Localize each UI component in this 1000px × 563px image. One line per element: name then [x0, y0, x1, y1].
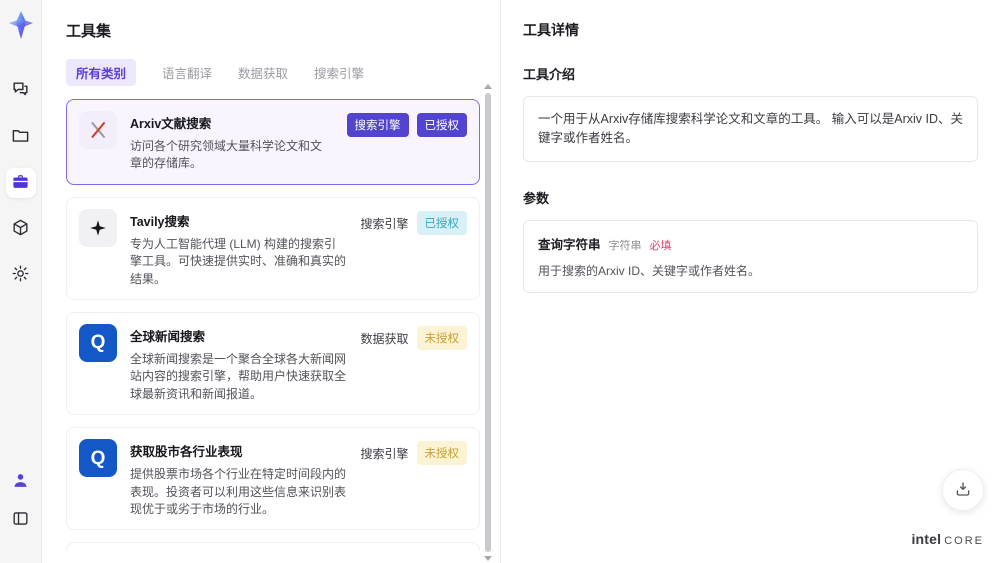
arxiv-logo-icon	[79, 111, 117, 149]
tool-text: Arxiv文献搜索访问各个研究领域大量科学论文和文章的存储库。	[130, 111, 334, 173]
app-logo-icon	[7, 10, 35, 40]
page-title: 工具集	[66, 23, 112, 40]
sidebar-rail	[0, 0, 42, 563]
tool-intro-text: 一个用于从Arxiv存储库搜索科学论文和文章的工具。 输入可以是Arxiv ID…	[538, 112, 964, 145]
tool-badges: 数据获取 未授权	[360, 324, 467, 403]
category-badge: 搜索引擎	[360, 447, 409, 462]
tool-badges: 搜索引擎 未授权	[360, 439, 467, 518]
tool-name: Tavily搜索	[130, 214, 190, 229]
auth-status-badge: 未授权	[416, 325, 467, 350]
chat-icon	[11, 80, 30, 102]
user-avatar-icon	[11, 471, 30, 493]
sidebar-item-models[interactable]	[6, 214, 36, 244]
tool-text: 全球新闻搜索全球新闻搜索是一个聚合全球各大新闻网站内容的搜索引擎，帮助用户快速获…	[130, 324, 347, 403]
sidebar-item-chat[interactable]	[6, 76, 36, 106]
sidebar-item-toolbox[interactable]	[5, 168, 36, 198]
sidebar-item-files[interactable]	[6, 122, 36, 152]
tab-3[interactable]: 数据获取	[238, 59, 288, 86]
param-item: 查询字符串 字符串 必填用于搜索的Arxiv ID、关键字或作者姓名。	[538, 234, 963, 279]
params-heading: 参数	[523, 190, 550, 206]
param-description: 用于搜索的Arxiv ID、关键字或作者姓名。	[538, 263, 761, 278]
tool-description: 专为人工智能代理 (LLM) 构建的搜索引擎工具。可快速提供实时、准确和真实的结…	[130, 236, 347, 286]
tool-text: Tavily搜索专为人工智能代理 (LLM) 构建的搜索引擎工具。可快速提供实时…	[130, 209, 347, 288]
tool-description: 访问各个研究领域大量科学论文和文章的存储库。	[130, 139, 323, 171]
news-search-icon: Q	[79, 323, 117, 362]
download-button[interactable]	[942, 469, 984, 511]
tool-list-pane: 工具集 所有类别 语言翻译 数据获取 搜索引擎 Arxiv文献搜索 访问各个研究领域大量…	[42, 0, 500, 563]
core-logo-text: CORE	[944, 535, 984, 547]
tab-2[interactable]: 语言翻译	[162, 59, 212, 86]
category-tabs: 所有类别 语言翻译 数据获取 搜索引擎	[66, 59, 500, 86]
folder-icon	[11, 126, 30, 148]
news-search-icon: Q	[79, 439, 117, 478]
tool-card[interactable]: Q获取市场最活跃股票信息提供当天交易量最高的股票列表。投资者可以利用这些信息来识…	[66, 542, 480, 551]
scroll-up-icon[interactable]	[484, 84, 492, 89]
sidebar-item-account[interactable]	[6, 467, 36, 497]
tool-name: Arxiv文献搜索	[130, 117, 212, 131]
tool-badges: 搜索引擎 已授权	[360, 209, 467, 288]
tavily-star-icon	[79, 208, 117, 247]
tool-card[interactable]: Q 全球新闻搜索全球新闻搜索是一个聚合全球各大新闻网站内容的搜索引擎，帮助用户快速…	[66, 311, 480, 416]
toolbox-icon	[11, 172, 30, 194]
intel-core-logo: intel CORE	[911, 531, 984, 547]
param-name: 查询字符串	[538, 237, 601, 252]
tool-intro-box: 一个用于从Arxiv存储库搜索科学论文和文章的工具。 输入可以是Arxiv ID…	[523, 96, 978, 162]
panel-toggle-icon	[11, 509, 30, 531]
detail-title: 工具详情	[523, 22, 579, 38]
param-required-flag: 必填	[649, 239, 672, 252]
tool-name: 获取股市各行业表现	[130, 445, 243, 460]
tool-name: 全球新闻搜索	[130, 329, 206, 344]
app-window: 工具集 所有类别 语言翻译 数据获取 搜索引擎 Arxiv文献搜索 访问各个研究领域大量…	[0, 0, 1000, 563]
tool-text: 获取股市各行业表现提供股票市场各个行业在特定时间段内的表现。投资者可以利用这些信…	[130, 439, 347, 518]
scroll-down-icon[interactable]	[484, 556, 492, 561]
scrollbar-thumb[interactable]	[485, 93, 491, 552]
tool-badges: 搜索引擎 已授权	[346, 111, 467, 173]
auth-status-badge: 已授权	[416, 210, 467, 235]
tool-card[interactable]: Arxiv文献搜索访问各个研究领域大量科学论文和文章的存储库。 搜索引擎 已授权	[66, 99, 480, 185]
param-head: 查询字符串 字符串 必填	[538, 234, 963, 253]
gear-icon	[11, 264, 30, 286]
param-type: 字符串	[608, 239, 642, 252]
sidebar-item-collapse[interactable]	[6, 505, 36, 535]
download-icon	[954, 480, 972, 501]
auth-status-badge: 未授权	[416, 441, 467, 466]
intel-logo-text: intel	[911, 531, 942, 547]
category-badge: 数据获取	[360, 331, 409, 346]
tab-4[interactable]: 搜索引擎	[314, 59, 364, 86]
tool-card[interactable]: Q 获取股市各行业表现提供股票市场各个行业在特定时间段内的表现。投资者可以利用这些…	[66, 427, 480, 531]
cube-icon	[11, 218, 30, 240]
category-badge: 搜索引擎	[360, 216, 409, 231]
list-scrollbar[interactable]	[484, 84, 492, 561]
tab-1[interactable]: 所有类别	[66, 59, 137, 86]
sidebar-item-settings[interactable]	[6, 260, 36, 290]
tool-detail-pane: 工具详情 工具介绍 一个用于从Arxiv存储库搜索科学论文和文章的工具。 输入可…	[500, 0, 1000, 563]
intro-heading: 工具介绍	[523, 67, 576, 82]
auth-status-badge: 已授权	[416, 113, 467, 137]
category-badge: 搜索引擎	[346, 113, 409, 137]
param-list: 查询字符串 字符串 必填用于搜索的Arxiv ID、关键字或作者姓名。	[523, 219, 978, 293]
tool-list: Arxiv文献搜索 访问各个研究领域大量科学论文和文章的存储库。 搜索引擎 已授权 Ta…	[66, 99, 480, 551]
tool-description: 提供股票市场各个行业在特定时间段内的表现。投资者可以利用这些信息来识别表现优于或…	[130, 467, 347, 516]
tool-card[interactable]: Tavily搜索专为人工智能代理 (LLM) 构建的搜索引擎工具。可快速提供实时…	[66, 196, 480, 300]
tool-description: 全球新闻搜索是一个聚合全球各大新闻网站内容的搜索引擎，帮助用户快速获取全球最新资…	[130, 351, 347, 401]
